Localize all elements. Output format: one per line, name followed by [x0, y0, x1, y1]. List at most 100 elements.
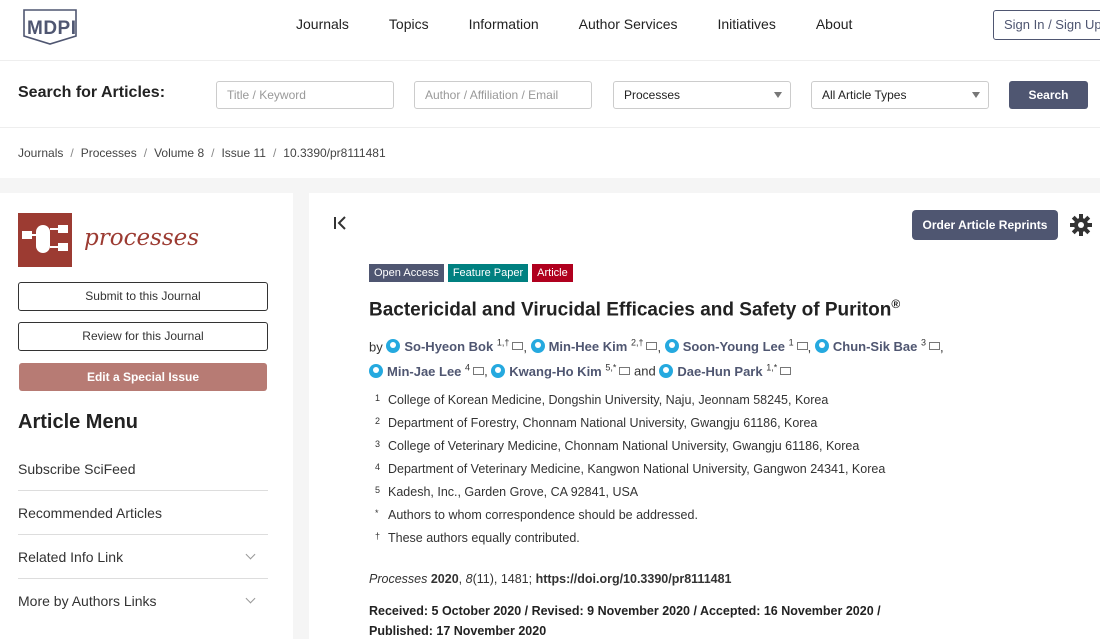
citation: Processes 2020, 8(11), 1481; https://doi… [369, 572, 732, 586]
affiliation-item: 3 College of Veterinary Medicine, Chonnam… [375, 435, 885, 458]
order-reprints-button[interactable]: Order Article Reprints [912, 210, 1058, 240]
citation-volume: 8 [465, 572, 473, 586]
affil-text: Department of Veterinary Medicine, Kangw… [388, 462, 886, 476]
menu-item-label: More by Authors Links [18, 593, 157, 609]
author[interactable]: Kwang-Ho Kim 5,* [491, 362, 616, 379]
feature-paper-badge: Feature Paper [447, 264, 529, 282]
special-issue-button[interactable]: Edit a Special Issue [19, 363, 267, 391]
citation-pages: , 1481; [493, 572, 536, 586]
affiliation-item: † These authors equally contributed. [375, 527, 885, 550]
nav-initiatives[interactable]: Initiatives [717, 16, 775, 32]
main-nav: Journals Topics Information Author Servi… [296, 16, 892, 32]
caret-down-icon [774, 92, 782, 98]
and-label: and [634, 363, 656, 379]
author-name: Dae-Hun Park [677, 363, 763, 379]
envelope-icon[interactable] [929, 342, 941, 351]
author[interactable]: Soon-Young Lee 1 [664, 338, 794, 355]
breadcrumb-volume[interactable]: Volume 8 [154, 146, 204, 160]
title-registered-mark: ® [891, 297, 901, 311]
article-menu-title: Article Menu [18, 411, 139, 433]
affil-text: Department of Forestry, Chonnam National… [388, 416, 818, 430]
envelope-icon[interactable] [796, 342, 808, 351]
open-access-badge: Open Access [369, 264, 444, 282]
breadcrumb-separator: / [211, 146, 215, 160]
affil-num: 1 [375, 393, 381, 403]
affiliations: 1 College of Korean Medicine, Dongshin Un… [375, 389, 885, 550]
affiliation-item: * Authors to whom correspondence should b… [375, 504, 885, 527]
publication-dates: Received: 5 October 2020 / Revised: 9 No… [369, 604, 881, 638]
envelope-icon[interactable] [780, 366, 792, 375]
nav-author-services[interactable]: Author Services [579, 16, 678, 32]
affiliation-item: 4 Department of Veterinary Medicine, Kang… [375, 458, 885, 481]
citation-doi-link[interactable]: https://doi.org/10.3390/pr8111481 [536, 572, 732, 586]
menu-related-info-link[interactable]: Related Info Link [18, 535, 268, 579]
citation-year: 2020 [430, 572, 459, 586]
collapse-sidebar-icon[interactable] [333, 215, 349, 231]
menu-item-label: Subscribe SciFeed [18, 461, 136, 477]
gear-icon[interactable] [1069, 213, 1093, 237]
article-type-value: All Article Types [822, 88, 907, 102]
keyword-input[interactable]: Title / Keyword [216, 81, 394, 109]
author-name: Soon-Young Lee [682, 339, 785, 355]
title-text: Bactericidal and Virucidal Efficacies an… [369, 299, 892, 321]
author-affil: 1 [788, 338, 794, 348]
menu-more-by-authors[interactable]: More by Authors Links [18, 579, 268, 623]
breadcrumb-journals[interactable]: Journals [18, 146, 63, 160]
breadcrumb-processes[interactable]: Processes [81, 146, 137, 160]
nav-topics[interactable]: Topics [389, 16, 429, 32]
chevron-down-icon [245, 549, 256, 560]
signin-button[interactable]: Sign In / Sign Up [993, 10, 1100, 40]
author-name: Kwang-Ho Kim [509, 363, 602, 379]
author[interactable]: So-Hyeon Bok 1,† [386, 338, 509, 355]
author-name: So-Hyeon Bok [404, 339, 494, 355]
menu-subscribe-scifeed[interactable]: Subscribe SciFeed [18, 447, 268, 491]
author-affil: 1,* [766, 362, 778, 373]
journal-name[interactable]: processes [84, 225, 199, 251]
author[interactable]: Chun-Sik Bae 3 [814, 338, 927, 354]
affil-num: † [375, 531, 381, 541]
chevron-down-icon [245, 593, 256, 604]
author-affil: 2,† [630, 338, 644, 348]
breadcrumb-issue[interactable]: Issue 11 [221, 146, 265, 160]
nav-information[interactable]: Information [469, 16, 539, 32]
mdpi-logo[interactable]: MDPI [18, 6, 82, 46]
submit-button[interactable]: Submit to this Journal [18, 282, 268, 311]
envelope-icon[interactable] [646, 342, 658, 351]
affil-text: College of Veterinary Medicine, Chonnam … [388, 439, 860, 453]
affil-text: Kadesh, Inc., Garden Grove, CA 92841, US… [388, 485, 639, 499]
affiliation-item: 1 College of Korean Medicine, Dongshin Un… [375, 389, 885, 412]
breadcrumb-doi: 10.3390/pr8111481 [283, 146, 386, 160]
journal-select[interactable]: Processes [613, 81, 791, 109]
envelope-icon[interactable] [512, 342, 524, 351]
author[interactable]: Min-Jae Lee 4 [369, 362, 471, 379]
nav-journals[interactable]: Journals [296, 16, 349, 32]
article-type-select[interactable]: All Article Types [811, 81, 989, 109]
review-button[interactable]: Review for this Journal [18, 322, 268, 351]
affil-num: 2 [375, 416, 381, 426]
caret-down-icon [972, 92, 980, 98]
affil-text: Authors to whom correspondence should be… [388, 508, 698, 522]
author[interactable]: Min-Hee Kim 2,† [530, 338, 644, 355]
author-affil: 3 [921, 338, 927, 348]
author-list: by So-Hyeon Bok 1,†, Min-Hee Kim 2,†, So… [369, 338, 944, 379]
author-profile-icon [664, 339, 679, 354]
author-profile-icon [659, 363, 674, 378]
breadcrumb-separator: / [143, 146, 148, 160]
author-name: Min-Hee Kim [548, 339, 628, 355]
affil-num: 3 [375, 439, 381, 449]
envelope-icon[interactable] [473, 366, 485, 375]
menu-item-label: Recommended Articles [18, 505, 162, 521]
author-affil: 4 [465, 362, 471, 373]
breadcrumb-separator: / [70, 146, 74, 160]
search-button[interactable]: Search [1009, 81, 1088, 109]
author-input[interactable]: Author / Affiliation / Email [414, 81, 592, 109]
author[interactable]: Dae-Hun Park 1,* [659, 362, 778, 379]
author-profile-icon [814, 339, 829, 354]
affil-num: * [375, 508, 379, 518]
affiliation-item: 2 Department of Forestry, Chonnam Nationa… [375, 412, 885, 435]
envelope-icon[interactable] [619, 366, 631, 375]
menu-recommended-articles[interactable]: Recommended Articles [18, 491, 268, 535]
author-profile-icon [491, 363, 506, 378]
nav-about[interactable]: About [816, 16, 853, 32]
processes-journal-icon[interactable] [18, 213, 72, 267]
